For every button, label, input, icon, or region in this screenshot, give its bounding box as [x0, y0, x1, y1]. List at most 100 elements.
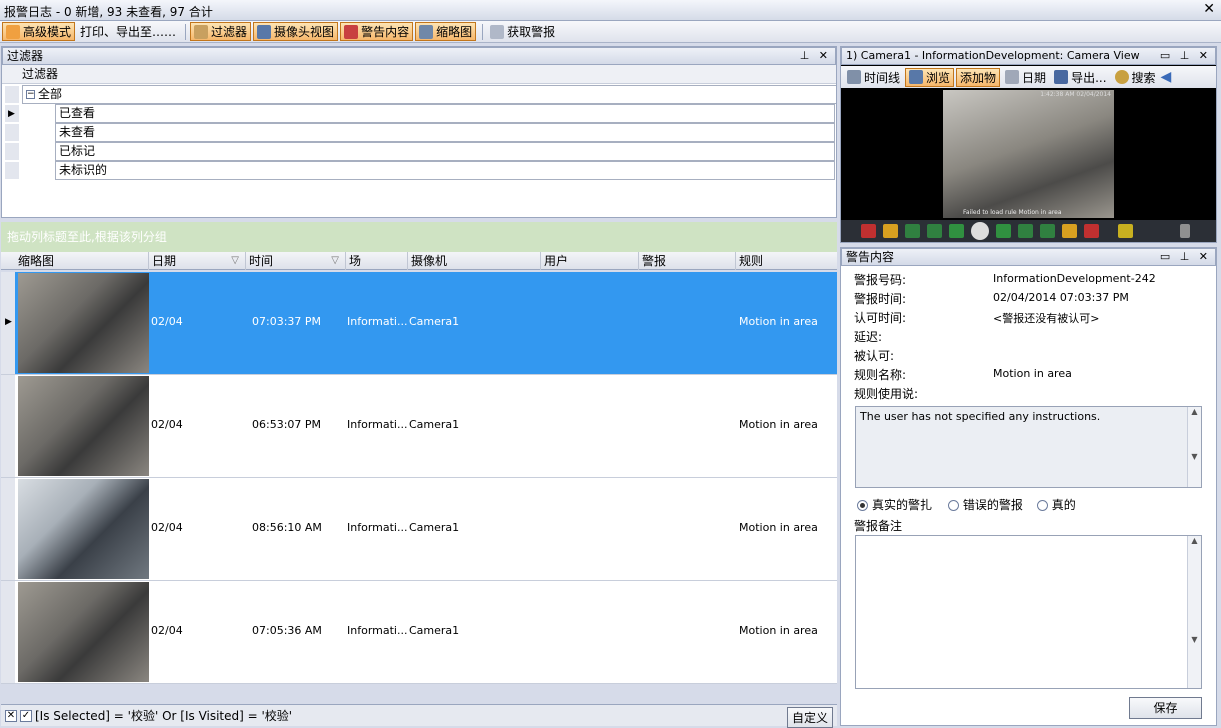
tree-item[interactable]: 未查看	[2, 123, 836, 142]
pin-close-icons[interactable]: ⊥ ✕	[800, 48, 831, 64]
row-selector[interactable]	[5, 86, 19, 103]
date-button[interactable]: 日期	[1002, 68, 1049, 87]
tree-item-label[interactable]: 已标记	[55, 142, 835, 161]
tree-item-label[interactable]: 未查看	[55, 123, 835, 142]
step-forward-icon[interactable]	[1018, 224, 1033, 238]
row-selector[interactable]	[5, 143, 19, 160]
play-icon[interactable]	[971, 222, 989, 240]
funnel-icon	[194, 24, 209, 39]
browse-button[interactable]: 浏览	[905, 67, 955, 87]
window-control-icons[interactable]: ▭ ⊥ ✕	[1160, 249, 1211, 265]
column-header-user[interactable]: 用户	[541, 252, 639, 270]
column-header-camera[interactable]: 摄像机	[408, 252, 541, 270]
scrollbar[interactable]: ▲ ▼	[1187, 407, 1201, 487]
save-button[interactable]: 保存	[1129, 697, 1202, 719]
get-alarms-button[interactable]: 获取警报	[487, 22, 558, 41]
column-header-site[interactable]: 场	[346, 252, 408, 270]
row-selector[interactable]: ▶	[1, 272, 15, 374]
row-selector[interactable]	[1, 581, 15, 683]
cell-rule: Motion in area	[739, 418, 818, 431]
tree-item[interactable]: 未标识的	[2, 161, 836, 180]
cell-site: Informati...	[347, 624, 408, 637]
column-header-thumbnail[interactable]: 缩略图	[15, 252, 149, 270]
close-icon[interactable]: ✕	[1203, 1, 1215, 17]
group-by-area[interactable]: 拖动列标题至此,根据该列分组	[1, 222, 837, 252]
tree-item-label[interactable]: 已查看	[55, 104, 835, 123]
advanced-mode-button[interactable]: 高级模式	[2, 22, 76, 41]
volume-icon[interactable]	[1180, 224, 1190, 238]
table-row[interactable]: 02/04 06:53:07 PM Informati... Camera1 M…	[1, 375, 837, 478]
column-header-date[interactable]: 日期 ▽	[149, 252, 246, 270]
calendar-icon	[1005, 70, 1020, 84]
step-back-icon[interactable]	[927, 224, 942, 238]
tree-row-root[interactable]: − 全部	[2, 85, 836, 104]
radio-false-alarm[interactable]	[947, 500, 959, 511]
reverse-icon[interactable]	[949, 224, 964, 238]
tree-root[interactable]: − 全部	[22, 85, 836, 104]
clear-filter-icon[interactable]: ✕	[5, 709, 17, 722]
cell-site: Informati...	[347, 315, 408, 328]
row-selector[interactable]	[1, 478, 15, 580]
window-control-icons[interactable]: ▭ ⊥ ✕	[1160, 48, 1211, 64]
alarm-content-button[interactable]: 警告内容	[340, 22, 414, 41]
column-header-alarm[interactable]: 警报	[639, 252, 736, 270]
speed-icon[interactable]	[1118, 224, 1133, 238]
prev-alarm-icon[interactable]	[883, 224, 898, 238]
row-selector[interactable]	[5, 124, 19, 141]
search-icon	[1114, 70, 1129, 84]
add-item-button[interactable]: 添加物	[956, 67, 1001, 87]
row-selector[interactable]: ▶	[5, 105, 19, 122]
cell-camera: Camera1	[409, 418, 460, 431]
skip-start-icon[interactable]	[861, 224, 876, 238]
step-back-fast-icon[interactable]	[905, 224, 920, 238]
monitor-icon	[909, 70, 924, 84]
field-label: 规则使用说:	[854, 387, 919, 401]
playback-controls	[841, 220, 1216, 242]
tree-item[interactable]: 已标记	[2, 142, 836, 161]
filter-icon[interactable]: ▽	[331, 252, 339, 270]
scrollbar[interactable]: ▲ ▼	[1187, 536, 1201, 688]
timeline-button[interactable]: 时间线	[844, 68, 903, 87]
cell-time: 08:56:10 AM	[252, 521, 322, 534]
column-header-rule[interactable]: 规则	[736, 252, 836, 270]
camera-view-button[interactable]: 摄像头视图	[253, 22, 339, 41]
radio-true-alarm[interactable]	[857, 500, 868, 511]
field-label: 警报时间:	[854, 292, 907, 306]
notes-textarea[interactable]: ▲ ▼	[855, 535, 1202, 689]
thumbnail-button[interactable]: 缩略图	[415, 22, 477, 41]
filter-icon[interactable]: ▽	[231, 252, 239, 270]
table-row[interactable]: 02/04 07:05:36 AM Informati... Camera1 M…	[1, 581, 837, 684]
skip-end-icon[interactable]	[1084, 224, 1099, 238]
filter-button[interactable]: 过滤器	[190, 22, 252, 41]
tree-item-label[interactable]: 未标识的	[55, 161, 835, 180]
filter-enabled-checkbox[interactable]: ✓	[20, 709, 32, 722]
column-header-time[interactable]: 时间 ▽	[246, 252, 346, 270]
step-forward-fast-icon[interactable]	[1040, 224, 1055, 238]
radio-other[interactable]	[1036, 500, 1048, 511]
export-button[interactable]: 导出...	[1051, 68, 1109, 87]
table-row[interactable]: ▶ 02/04 07:03:37 PM Informati... Camera1…	[1, 272, 837, 375]
cell-site: Informati...	[347, 521, 408, 534]
search-button[interactable]: 搜索	[1112, 68, 1159, 87]
arrow-left-icon[interactable]: ◀	[1161, 69, 1172, 85]
cell-camera: Camera1	[409, 315, 460, 328]
cell-date: 02/04	[151, 624, 183, 637]
cell-site: Informati...	[347, 418, 408, 431]
cell-time: 07:05:36 AM	[252, 624, 322, 637]
alarm-content-panel: 警告内容 ▭ ⊥ ✕ 警报号码: InformationDevelopment-…	[840, 247, 1217, 726]
print-export-button[interactable]: 打印、导出至……	[77, 22, 179, 41]
tree-item[interactable]: ▶ 已查看	[2, 104, 836, 123]
camera-panel-title: 1) Camera1 - InformationDevelopment: Cam…	[846, 49, 1140, 62]
customize-button[interactable]: 自定义	[786, 707, 833, 728]
field-label: 警报号码:	[854, 273, 907, 287]
next-alarm-icon[interactable]	[1062, 224, 1077, 238]
forward-icon[interactable]	[996, 224, 1011, 238]
row-selector[interactable]	[1, 375, 15, 477]
camera-toolbar: 时间线 浏览 添加物 日期 导出... 搜索 ◀	[841, 66, 1216, 88]
filter-expression[interactable]: [Is Selected] = '校验' Or [Is Visited] = '…	[35, 707, 292, 724]
table-row[interactable]: 02/04 08:56:10 AM Informati... Camera1 M…	[1, 478, 837, 581]
camera-video-frame[interactable]: 1:42:38 AM 02/04/2014 Failed to load rul…	[943, 90, 1114, 218]
instructions-box[interactable]: The user has not specified any instructi…	[855, 406, 1202, 488]
row-selector[interactable]	[5, 162, 19, 179]
collapse-icon[interactable]: −	[26, 90, 35, 99]
